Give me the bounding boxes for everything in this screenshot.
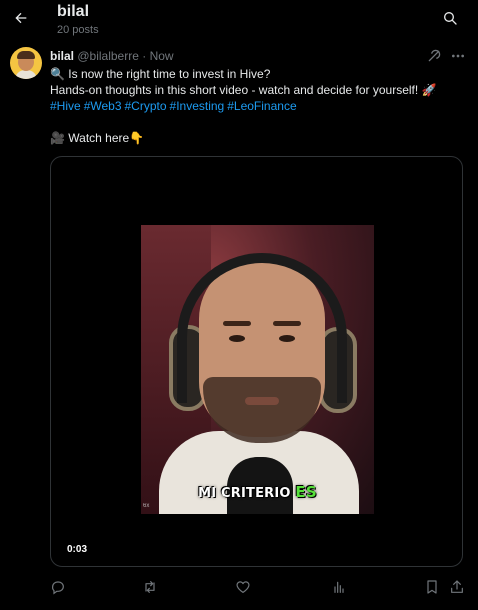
more-icon: [452, 54, 464, 58]
hashtag-link[interactable]: #Investing: [170, 99, 225, 113]
post-meta: bilal @bilalberre · Now: [50, 49, 174, 63]
video-card[interactable]: MI CRITERIO ES 6x 0:03: [50, 156, 463, 567]
hashtag-link[interactable]: #Crypto: [125, 99, 167, 113]
hashtag-link[interactable]: #Web3: [84, 99, 122, 113]
page-title: bilal: [57, 3, 90, 20]
reply-icon: [52, 581, 64, 595]
post-time[interactable]: Now: [150, 49, 174, 63]
back-button[interactable]: [8, 5, 34, 31]
search-button[interactable]: [440, 8, 460, 28]
video-watermark: 6x: [143, 503, 150, 509]
video-player[interactable]: MI CRITERIO ES 6x: [141, 225, 374, 514]
bookmark-icon: [427, 580, 437, 594]
post-text-line-1: 🔍 Is now the right time to invest in Hiv…: [50, 67, 271, 81]
like-button[interactable]: [234, 578, 252, 596]
reply-button[interactable]: [49, 578, 67, 596]
hashtag-line: #Hive #Web3 #Crypto #Investing #LeoFinance: [50, 98, 300, 114]
repost-button[interactable]: [141, 578, 159, 596]
caption-main: MI CRITERIO: [198, 486, 291, 501]
hashtag-link[interactable]: #LeoFinance: [227, 99, 296, 113]
video-caption: MI CRITERIO ES: [141, 483, 374, 501]
author-name[interactable]: bilal: [50, 49, 74, 63]
grok-icon: [428, 49, 441, 62]
heart-icon: [236, 581, 250, 593]
eye-right: [279, 335, 295, 342]
grok-button[interactable]: [426, 48, 442, 64]
views-icon: [334, 581, 344, 593]
avatar-body: [15, 70, 37, 79]
watch-here-line: 🎥 Watch here👇: [50, 131, 145, 145]
more-button[interactable]: [450, 48, 466, 64]
share-icon: [451, 580, 463, 593]
video-timestamp: 0:03: [67, 544, 88, 555]
profile-page: bilal 20 posts bilal @bilalberre · Now 🔍…: [0, 0, 478, 610]
search-icon: [444, 12, 457, 25]
mouth: [245, 397, 279, 405]
author-handle[interactable]: @bilalberre: [77, 49, 139, 63]
meta-separator: ·: [142, 49, 147, 63]
avatar-hair: [17, 51, 35, 59]
post-count: 20 posts: [57, 24, 99, 36]
brow-left: [223, 321, 251, 326]
post-actions: [0, 578, 478, 598]
brow-right: [273, 321, 301, 326]
caption-highlight: ES: [295, 483, 317, 501]
bookmark-button[interactable]: [423, 578, 441, 596]
repost-icon: [145, 581, 155, 593]
top-header: bilal 20 posts: [0, 0, 478, 42]
hashtag-link[interactable]: #Hive: [50, 99, 81, 113]
share-button[interactable]: [448, 578, 466, 596]
avatar[interactable]: [10, 47, 42, 79]
post-text-line-2: Hands-on thoughts in this short video - …: [50, 83, 437, 97]
arrow-left-icon: [15, 12, 27, 24]
views-button[interactable]: [330, 578, 348, 596]
eye-left: [229, 335, 245, 342]
